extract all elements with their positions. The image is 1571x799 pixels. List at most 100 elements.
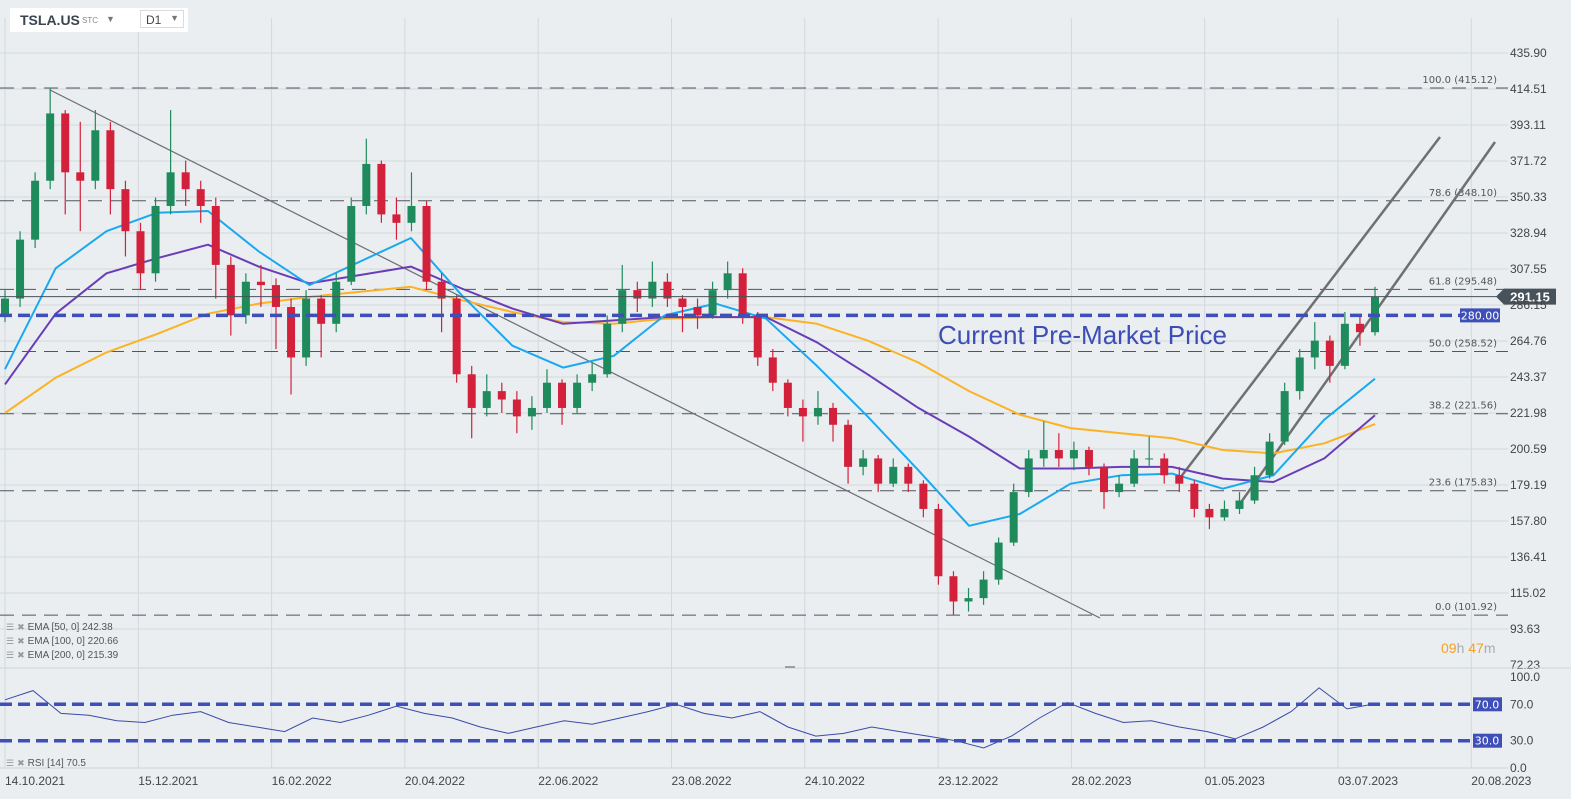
candle-down — [783, 382, 792, 408]
rsi-level-label: 30.0 — [1475, 735, 1500, 748]
level-label: 280.00 — [1461, 309, 1500, 322]
candle-down — [753, 315, 762, 358]
candle-down — [452, 298, 461, 375]
candle-up — [166, 172, 175, 206]
ema50-line — [4, 210, 1376, 527]
candle-up — [573, 382, 582, 408]
candle-up — [1295, 357, 1304, 392]
candle-up — [347, 205, 356, 282]
settings-icon[interactable]: ☰ — [6, 758, 14, 768]
candle-down — [1190, 483, 1199, 509]
fib-level-label: 61.8 (295.48) — [1429, 276, 1497, 287]
candle-down — [1100, 466, 1109, 493]
downtrend-line[interactable] — [49, 89, 1101, 619]
symbol-name[interactable]: TSLA.US — [20, 12, 80, 28]
fib-level-label: 50.0 (258.52) — [1429, 339, 1497, 350]
candle-up — [1115, 483, 1124, 493]
price-tick-label: 136.41 — [1510, 550, 1547, 564]
legend-rsi[interactable]: ☰ ✖ RSI [14] 70.5 — [6, 758, 86, 769]
price-tick-label: 393.11 — [1510, 118, 1546, 132]
candle-down — [919, 483, 928, 509]
candle-down — [558, 382, 567, 408]
rsi-tick-label: 70.0 — [1510, 697, 1534, 711]
candle-down — [1205, 508, 1214, 518]
candle-up — [302, 298, 311, 358]
channel-upper-line[interactable] — [1179, 136, 1441, 479]
candle-down — [1175, 475, 1184, 484]
date-tick-label: 16.02.2022 — [272, 774, 332, 788]
price-tick-label: 115.02 — [1510, 586, 1546, 600]
rsi-tick-label: 100.0 — [1510, 670, 1540, 684]
symbol-dropdown-icon[interactable]: ▼ — [106, 14, 115, 24]
axes: 435.90 414.51 393.11 371.72 350.33 328.94 307.… — [0, 46, 1571, 788]
candle-up — [648, 281, 657, 299]
candle-down — [76, 172, 85, 181]
date-tick-label: 20.08.2023 — [1471, 774, 1531, 788]
close-icon[interactable]: ✖ — [17, 636, 25, 646]
rsi-tick-label: 30.0 — [1510, 734, 1534, 748]
fib-level-label: 100.0 (415.12) — [1422, 75, 1497, 86]
close-icon[interactable]: ✖ — [17, 650, 25, 660]
price-tick-label: 307.55 — [1510, 262, 1547, 276]
chevron-down-icon: ▼ — [170, 13, 179, 23]
date-tick-label: 23.08.2022 — [672, 774, 732, 788]
candle-up — [723, 273, 732, 291]
close-icon[interactable]: ✖ — [17, 758, 25, 768]
legend-ema100[interactable]: ☰ ✖ EMA [100, 0] 220.66 — [6, 636, 118, 647]
candle-down — [437, 281, 446, 299]
pre-market-annotation: Current Pre-Market Price — [938, 320, 1227, 350]
candle-up — [1340, 323, 1349, 366]
date-tick-label: 20.04.2022 — [405, 774, 465, 788]
candle-countdown: 09h 47m — [1441, 640, 1496, 656]
candle-up — [1280, 391, 1289, 442]
candle-down — [226, 264, 235, 316]
candle-down — [1054, 450, 1063, 459]
candle-down — [798, 407, 807, 417]
candle-up — [1024, 458, 1033, 493]
date-tick-label: 22.06.2022 — [538, 774, 598, 788]
candle-up — [407, 205, 416, 223]
legend-ema50[interactable]: ☰ ✖ EMA [50, 0] 242.38 — [6, 622, 113, 633]
candle-up — [151, 205, 160, 274]
price-tick-label: 243.37 — [1510, 370, 1547, 384]
timeframe-select[interactable]: D1 ▼ — [140, 10, 184, 28]
candle-down — [392, 214, 401, 223]
close-icon[interactable]: ✖ — [17, 622, 25, 632]
candle-down — [844, 424, 853, 467]
candle-up — [1009, 492, 1018, 543]
candle-up — [362, 163, 371, 206]
price-chart[interactable]: 100.0 (415.12)78.6 (348.10)61.8 (295.48)… — [0, 0, 1571, 799]
candle-down — [768, 357, 777, 383]
symbol-header: TSLA.US STC ▼ D1 ▼ — [10, 8, 188, 32]
candle-down — [663, 281, 672, 299]
candle-up — [964, 598, 973, 602]
candle-up — [603, 323, 612, 375]
settings-icon[interactable]: ☰ — [6, 650, 14, 660]
settings-icon[interactable]: ☰ — [6, 636, 14, 646]
candle-up — [1310, 340, 1319, 358]
ema100-line — [4, 243, 1376, 483]
candle-up — [332, 281, 341, 324]
candle-up — [16, 239, 25, 299]
price-tick-label: 200.59 — [1510, 442, 1547, 456]
candle-up — [46, 113, 55, 181]
candle-down — [934, 508, 943, 577]
candle-down — [497, 391, 506, 400]
candle-down — [211, 205, 220, 265]
date-tick-label: 23.12.2022 — [938, 774, 998, 788]
date-tick-label: 03.07.2023 — [1338, 774, 1398, 788]
candle-down — [256, 281, 265, 286]
candle-down — [422, 205, 431, 282]
date-tick-label: 15.12.2021 — [138, 774, 198, 788]
candle-up — [1250, 475, 1259, 501]
legend-ema200[interactable]: ☰ ✖ EMA [200, 0] 215.39 — [6, 650, 118, 661]
candle-down — [106, 130, 115, 190]
candle-up — [979, 579, 988, 599]
candle-down — [1160, 458, 1169, 476]
settings-icon[interactable]: ☰ — [6, 622, 14, 632]
candle-down — [121, 189, 130, 232]
date-tick-label: 28.02.2023 — [1071, 774, 1131, 788]
fib-level-label: 0.0 (101.92) — [1435, 602, 1497, 613]
candle-up — [618, 290, 627, 324]
price-tick-label: 286.15 — [1510, 298, 1547, 312]
